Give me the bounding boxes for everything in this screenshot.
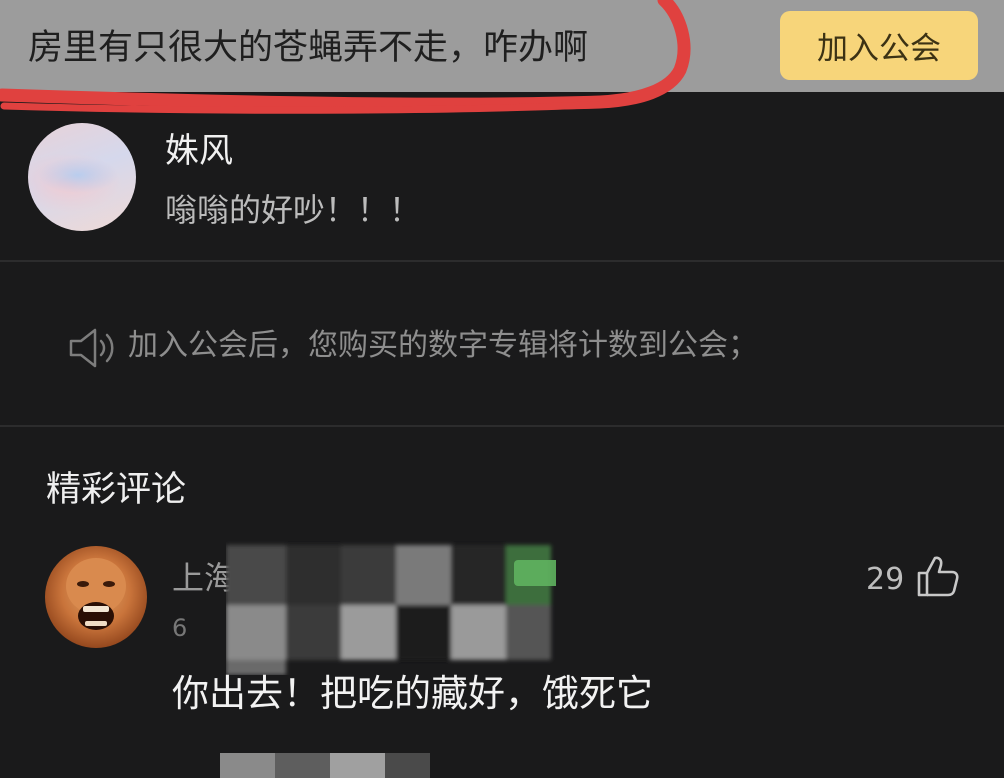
- hot-comments-heading: 精彩评论: [46, 470, 187, 510]
- thumbs-up-icon[interactable]: [914, 553, 960, 599]
- privacy-mosaic: [220, 753, 430, 778]
- comment-content: 你出去！把吃的藏好，饿死它: [172, 672, 653, 715]
- guild-notice: 加入公会后，您购买的数字专辑将计数到公会；: [128, 328, 758, 363]
- avatar-face-image: [66, 558, 126, 630]
- post-author-avatar[interactable]: [28, 123, 136, 231]
- commenter-avatar[interactable]: [45, 546, 147, 648]
- speaker-icon: [69, 328, 114, 368]
- post-author-name[interactable]: 姝风: [165, 128, 233, 174]
- page-title: 房里有只很大的苍蝇弄不走，咋办啊: [28, 28, 589, 68]
- screen: 房里有只很大的苍蝇弄不走，咋办啊 加入公会 姝风 嗡嗡的好吵！！！ 加入公会后，…: [0, 0, 1004, 778]
- comment-time: 6: [172, 614, 188, 642]
- header-bar: 房里有只很大的苍蝇弄不走，咋办啊 加入公会: [0, 0, 1004, 92]
- divider: [0, 425, 1004, 427]
- join-guild-button[interactable]: 加入公会: [780, 11, 978, 80]
- privacy-mosaic: [226, 545, 556, 675]
- like-count: 29: [866, 562, 905, 597]
- post-content: 嗡嗡的好吵！！！: [165, 191, 422, 229]
- divider: [0, 260, 1004, 262]
